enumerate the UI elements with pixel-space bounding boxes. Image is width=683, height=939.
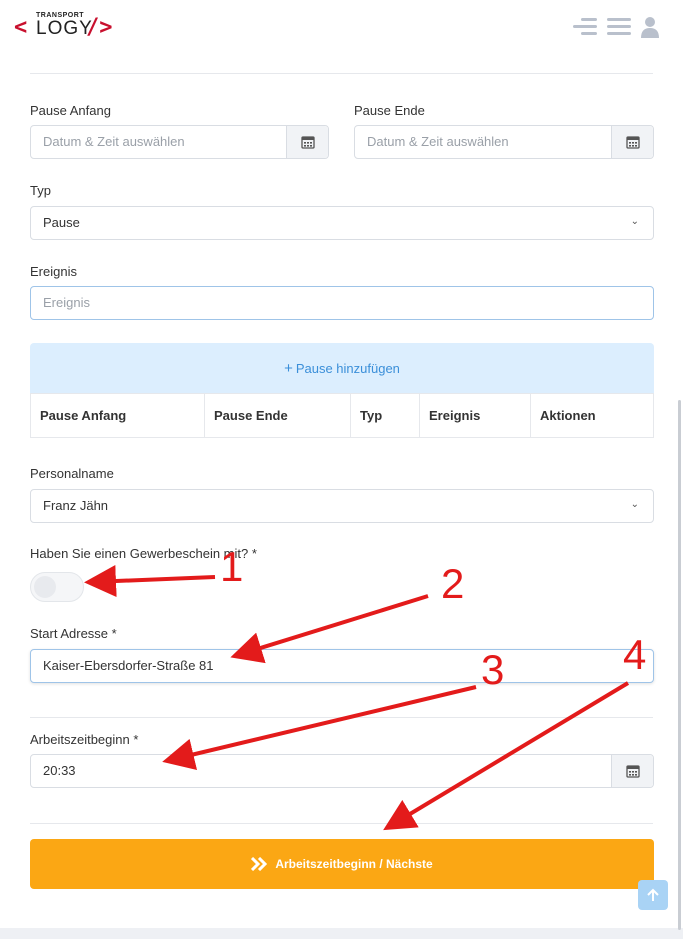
start-adresse-label: Start Adresse * — [30, 626, 117, 641]
calendar-icon[interactable] — [611, 755, 653, 787]
column-header[interactable]: Typ — [351, 394, 420, 437]
pause-ende-label: Pause Ende — [354, 103, 425, 118]
typ-select[interactable]: Pause ⌄ — [30, 206, 654, 240]
top-bar: < TRANSPORT LOGY /> — [0, 0, 683, 54]
typ-label: Typ — [30, 183, 51, 198]
annotation-number: 2 — [441, 560, 465, 607]
column-header[interactable]: Aktionen — [531, 394, 653, 437]
pause-anfang-placeholder: Datum & Zeit auswählen — [43, 134, 185, 149]
plus-icon: + — [284, 359, 293, 377]
calendar-icon[interactable] — [611, 126, 653, 158]
add-pause-label: Pause hinzufügen — [295, 360, 400, 376]
ereignis-input[interactable]: Ereignis — [30, 286, 654, 320]
personalname-select[interactable]: Franz Jähn ⌄ — [30, 489, 654, 523]
start-adresse-input[interactable]: Kaiser-Ebersdorfer-Straße 81 — [30, 649, 654, 683]
double-chevron-right-icon — [251, 857, 268, 871]
pause-anfang-label: Pause Anfang — [30, 103, 111, 118]
toggle-knob — [34, 576, 56, 598]
menu-collapse-icon[interactable] — [573, 16, 597, 38]
arbeitszeitbeginn-input[interactable]: 20:33 — [30, 754, 654, 788]
logo-right-bracket: /> — [86, 15, 113, 40]
divider — [30, 823, 653, 824]
annotation-number: 1 — [220, 543, 244, 590]
start-adresse-value: Kaiser-Ebersdorfer-Straße 81 — [43, 658, 214, 673]
submit-button[interactable]: Arbeitszeitbeginn / Nächste — [30, 839, 654, 889]
calendar-icon[interactable] — [286, 126, 328, 158]
annotation-number: 4 — [623, 631, 647, 678]
logo[interactable]: < TRANSPORT LOGY /> — [14, 12, 118, 42]
divider — [30, 717, 653, 718]
column-header[interactable]: Pause Anfang — [31, 394, 205, 437]
scrollbar[interactable] — [678, 400, 681, 930]
typ-value: Pause — [43, 215, 80, 230]
add-pause-button[interactable]: + Pause hinzufügen — [30, 343, 654, 393]
ereignis-placeholder: Ereignis — [43, 295, 90, 310]
logo-logy-text: LOGY — [36, 18, 93, 39]
column-header[interactable]: Ereignis — [420, 394, 531, 437]
column-header[interactable]: Pause Ende — [205, 394, 351, 437]
scroll-to-top-button[interactable] — [638, 880, 668, 910]
chevron-down-icon: ⌄ — [630, 216, 639, 227]
user-icon[interactable] — [641, 16, 659, 38]
divider — [30, 73, 653, 74]
pause-anfang-input[interactable]: Datum & Zeit auswählen — [30, 125, 329, 159]
pause-ende-placeholder: Datum & Zeit auswählen — [367, 134, 509, 149]
arbeitszeitbeginn-value: 20:33 — [43, 763, 76, 778]
chevron-down-icon: ⌄ — [630, 499, 639, 510]
arbeitszeitbeginn-label: Arbeitszeitbeginn * — [30, 732, 139, 747]
personalname-value: Franz Jähn — [43, 498, 109, 513]
pause-ende-input[interactable]: Datum & Zeit auswählen — [354, 125, 654, 159]
menu-icon[interactable] — [607, 16, 631, 38]
annotation-number: 3 — [481, 646, 505, 693]
personalname-label: Personalname — [30, 466, 114, 481]
logo-left-bracket: < — [14, 15, 28, 40]
arrow-up-icon — [647, 888, 659, 901]
pause-table-header: Pause Anfang Pause Ende Typ Ereignis Akt… — [30, 393, 654, 438]
submit-label: Arbeitszeitbeginn / Nächste — [275, 857, 433, 871]
ereignis-label: Ereignis — [30, 264, 77, 279]
gewerbeschein-toggle[interactable] — [30, 572, 84, 602]
